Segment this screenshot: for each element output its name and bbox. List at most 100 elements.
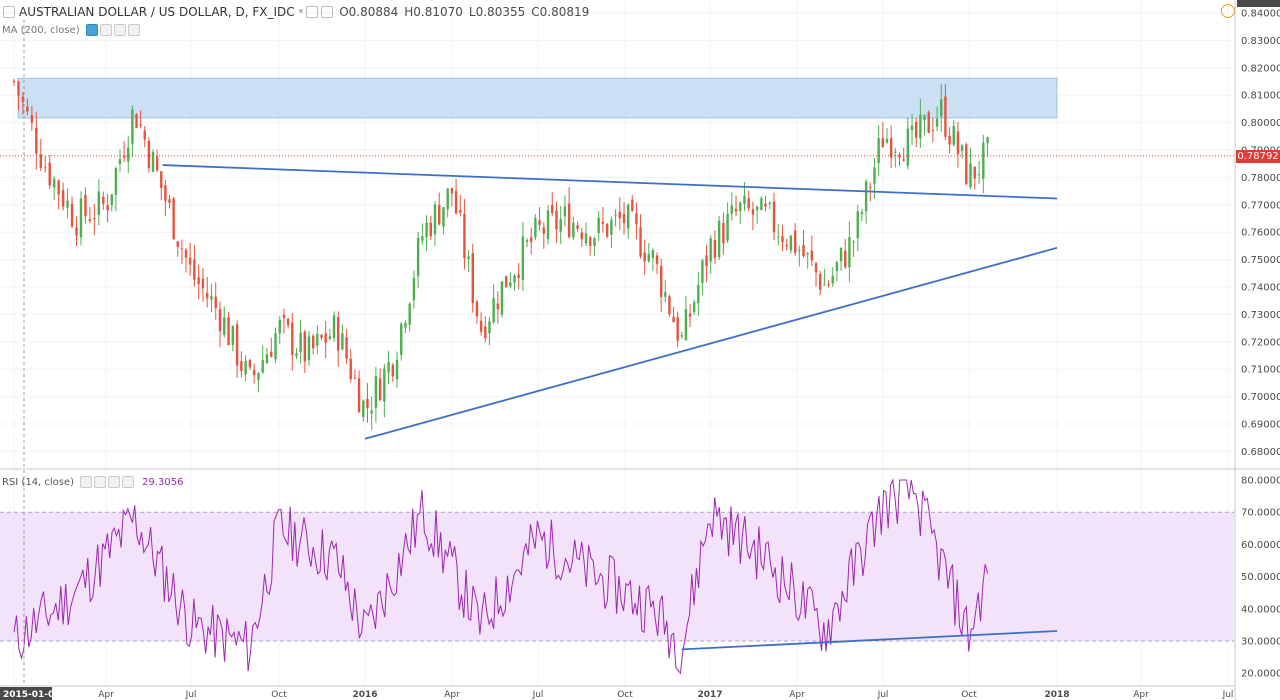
candle-body — [316, 333, 319, 346]
candle-body — [88, 219, 92, 222]
candle-body — [176, 241, 179, 247]
candle-body — [717, 220, 721, 258]
candle-body — [345, 337, 348, 359]
candle-body — [889, 138, 893, 158]
chart-canvas[interactable]: 0.840000.830000.820000.810000.800000.790… — [0, 0, 1280, 700]
candle-body — [668, 296, 671, 315]
current-price-tag: 0.78792 — [1236, 150, 1280, 163]
candle-body — [57, 180, 60, 195]
close-icon[interactable] — [122, 476, 135, 488]
candle-body — [139, 124, 142, 126]
candle-body — [450, 188, 454, 194]
candle-body — [944, 96, 947, 137]
candle-body — [180, 248, 184, 250]
symbol-title[interactable]: AUSTRALIAN DOLLAR / US DOLLAR, D, FX_IDC — [19, 5, 295, 19]
candle-body — [463, 213, 466, 259]
candle-body — [631, 199, 634, 211]
settings-icon[interactable] — [99, 24, 112, 36]
candle-body — [442, 207, 445, 227]
candle-body — [722, 223, 725, 244]
candle-body — [810, 250, 814, 261]
candle-body — [370, 410, 373, 414]
candle-body — [923, 115, 926, 120]
close-icon[interactable] — [127, 24, 140, 36]
candle-body — [802, 244, 805, 257]
settings-icon[interactable] — [94, 476, 107, 488]
candle-body — [965, 144, 968, 185]
candle-body — [739, 202, 742, 211]
candle-body — [278, 319, 281, 334]
rsi-axis-label: 30.0000 — [1241, 637, 1280, 648]
candle-body — [357, 378, 361, 413]
alarm-clock-icon[interactable] — [1221, 4, 1235, 18]
candle-body — [328, 336, 332, 339]
candle-body — [459, 210, 462, 213]
ma-indicator-legend[interactable]: MA (200, close) — [2, 24, 140, 36]
collapse-icon[interactable] — [3, 6, 15, 18]
candle-body — [320, 335, 323, 339]
candle-body — [52, 178, 56, 188]
dropdown-icon[interactable]: ▾ — [299, 7, 304, 17]
rsi-axis-label: 60.0000 — [1241, 540, 1280, 551]
add-icon[interactable] — [113, 24, 126, 36]
candle-body — [188, 257, 192, 265]
candle-body — [973, 166, 976, 179]
price-axis-label: 0.84000 — [1241, 9, 1280, 20]
candle-body — [639, 227, 642, 257]
candle-body — [75, 227, 78, 236]
candle-body — [713, 239, 717, 259]
candle-body — [651, 250, 655, 258]
candle-body — [218, 309, 222, 332]
candle-body — [521, 236, 525, 281]
candle-body — [705, 255, 708, 267]
candle-body — [349, 358, 352, 380]
candle-body — [902, 159, 905, 161]
candle-body — [584, 233, 588, 244]
candle-body — [84, 194, 87, 217]
candle-body — [492, 298, 495, 323]
candle-body — [257, 373, 260, 381]
price-axis-label: 0.70000 — [1241, 392, 1280, 403]
candle-body — [977, 174, 981, 176]
candle-body — [240, 361, 243, 371]
time-axis-label: Jul — [1222, 690, 1234, 700]
candle-body — [261, 360, 264, 373]
visibility-icon[interactable] — [80, 476, 93, 488]
candle-body — [986, 137, 989, 144]
candle-body — [626, 204, 630, 229]
candle-body — [391, 364, 394, 377]
rsi-axis-label: 40.0000 — [1241, 604, 1280, 615]
candle-body — [982, 142, 985, 179]
candle-body — [248, 360, 252, 368]
candle-body — [395, 359, 399, 380]
candle-body — [672, 316, 675, 323]
candle-body — [576, 225, 579, 229]
time-axis-label: 2017 — [697, 690, 722, 700]
trendlines — [162, 164, 1058, 440]
candle-body — [39, 154, 42, 168]
candle-body — [793, 230, 797, 253]
candle-body — [244, 360, 247, 375]
lock-icon[interactable] — [321, 6, 334, 18]
candle-body — [597, 217, 600, 234]
chart-header: AUSTRALIAN DOLLAR / US DOLLAR, D, FX_IDC… — [0, 3, 589, 21]
candle-body — [747, 198, 750, 209]
candle-body — [454, 191, 458, 214]
candle-body — [915, 121, 918, 138]
settings-icon[interactable] — [306, 6, 319, 18]
candle-body — [274, 333, 277, 360]
rsi-value: 29.3056 — [142, 476, 184, 488]
time-axis: 2015-01-05 Apr Jul Oct 2016 Apr Jul Oct 2017 Apr J… — [0, 687, 1233, 700]
candle-body — [655, 255, 659, 264]
add-icon[interactable] — [108, 476, 121, 488]
time-axis-label: Apr — [1133, 690, 1149, 700]
rsi-axis-label: 70.0000 — [1241, 508, 1280, 519]
candle-body — [948, 135, 951, 145]
rsi-indicator-legend[interactable]: RSI (14, close) 29.3056 — [2, 476, 183, 488]
candle-body — [205, 292, 209, 299]
visibility-icon[interactable] — [85, 24, 98, 36]
candle-body — [969, 163, 972, 187]
time-axis-label: Jul — [877, 690, 889, 700]
candle-body — [97, 191, 101, 215]
price-axis-label: 0.83000 — [1241, 36, 1280, 47]
